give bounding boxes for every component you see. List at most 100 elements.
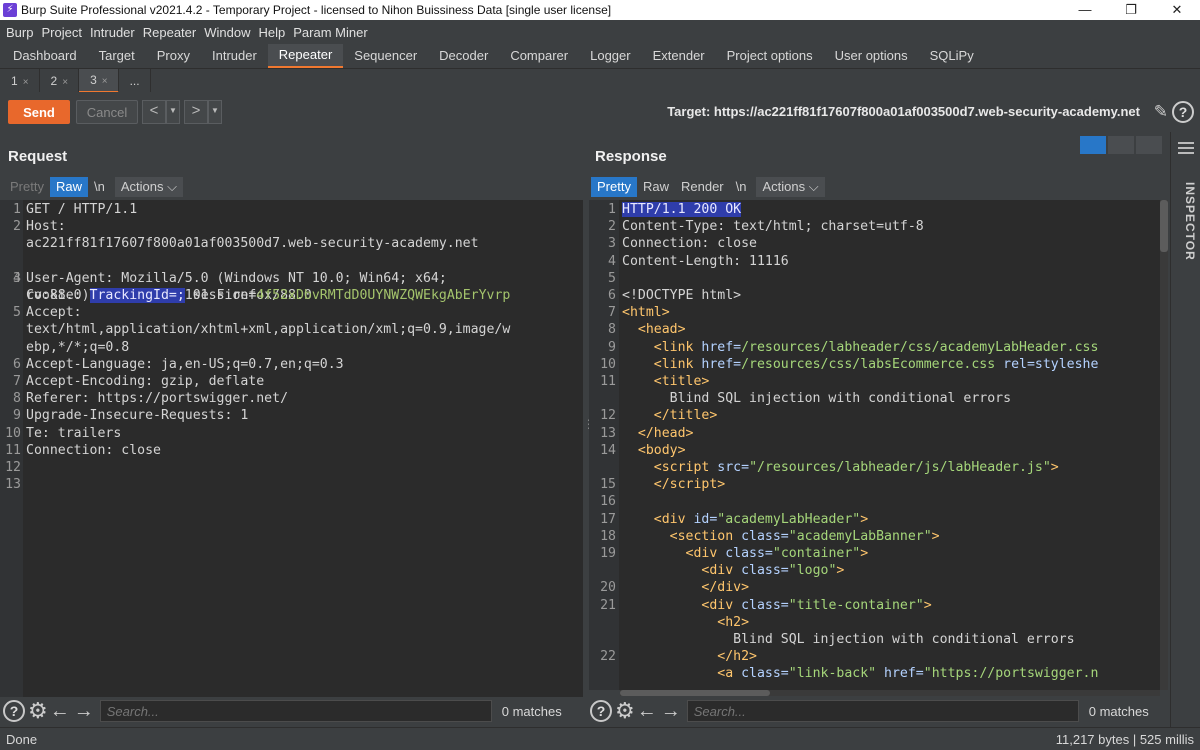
response-search-input[interactable] — [686, 700, 1079, 722]
request-actions-menu[interactable]: Actions ⌵ — [114, 177, 183, 197]
status-bar: Done 11,217 bytes | 525 millis — [0, 727, 1200, 750]
restore-button[interactable]: ❐ — [1108, 0, 1154, 20]
line-number: 7 — [13, 374, 21, 389]
menu-repeater[interactable]: Repeater — [143, 25, 203, 40]
response-line-text: <title> — [653, 374, 710, 389]
repeater-tab-label: 3 — [90, 72, 97, 87]
tab-sequencer[interactable]: Sequencer — [343, 44, 428, 68]
inspector-label[interactable]: INSPECTOR — [1175, 182, 1197, 261]
arrow-left-icon[interactable]: ← — [48, 700, 72, 722]
response-line-text: Blind SQL injection with conditional err… — [622, 391, 1012, 407]
close-window-button[interactable]: ✕ — [1154, 0, 1200, 20]
tab-decoder[interactable]: Decoder — [428, 44, 499, 68]
layout-stacked-icon[interactable] — [1108, 136, 1134, 154]
request-pretty-tab[interactable]: Pretty — [4, 177, 50, 197]
tab-dashboard[interactable]: Dashboard — [2, 44, 88, 68]
response-pretty-tab[interactable]: Pretty — [591, 177, 637, 197]
request-cookie-line: 3 Cookie: TrackingId=; session=4f52xDbvR… — [0, 253, 510, 303]
request-editor[interactable]: 1 GET / HTTP/1.1 2 Host: ac221ff81f17607f800… — [0, 200, 583, 698]
tab-user-options[interactable]: User options — [824, 44, 919, 68]
line-number: 11 — [5, 442, 21, 458]
repeater-tab-label: 2 — [50, 73, 58, 88]
close-tab-icon[interactable]: × — [62, 77, 68, 88]
edit-target-icon[interactable]: ✎ — [1154, 102, 1168, 122]
back-button[interactable]: < — [142, 100, 166, 124]
tab-repeater[interactable]: Repeater — [267, 44, 344, 68]
tab-intruder[interactable]: Intruder — [201, 44, 268, 68]
help-icon[interactable]: ? — [1172, 101, 1194, 123]
request-line-text: GET / HTTP/1.1 — [26, 202, 138, 217]
response-title: Response — [595, 148, 667, 165]
arrow-right-icon[interactable]: → — [659, 700, 683, 722]
response-scroll-thumb[interactable] — [1160, 200, 1168, 252]
response-newline-toggle[interactable]: \n — [730, 177, 753, 197]
minimize-button[interactable]: — — [1062, 0, 1108, 20]
line-number: 6 — [608, 288, 616, 303]
line-number: 7 — [608, 305, 616, 321]
line-number: 20 — [600, 580, 616, 596]
request-search-input[interactable] — [99, 700, 492, 722]
response-actions-menu[interactable]: Actions ⌵ — [756, 177, 825, 197]
tab-extender[interactable]: Extender — [642, 44, 716, 68]
arrow-left-icon[interactable]: ← — [635, 700, 659, 722]
inspector-sidebar[interactable]: INSPECTOR — [1170, 132, 1200, 727]
menu-project[interactable]: Project — [41, 25, 88, 40]
request-line-text: Accept-Encoding: gzip, deflate — [26, 374, 265, 389]
send-button[interactable]: Send — [8, 100, 70, 124]
menu-intruder[interactable]: Intruder — [90, 25, 142, 40]
response-render-tab[interactable]: Render — [675, 177, 730, 197]
request-match-count: 0 matches — [501, 703, 562, 719]
menu-burp[interactable]: Burp — [6, 25, 40, 40]
arrow-right-icon[interactable]: → — [72, 700, 96, 722]
response-stats: 11,217 bytes | 525 millis — [1055, 731, 1194, 747]
request-line-text: User-Agent: Mozilla/5.0 (Windows NT 10.0… — [26, 270, 447, 286]
tab-sqlipy[interactable]: SQLiPy — [919, 44, 985, 68]
tab-logger[interactable]: Logger — [579, 44, 641, 68]
response-raw-tab[interactable]: Raw — [637, 177, 675, 197]
menu-window[interactable]: Window — [204, 25, 257, 40]
response-horizontal-scrollbar[interactable] — [620, 690, 1160, 696]
repeater-tab-2[interactable]: 2 × — [40, 68, 80, 93]
tab-project-options[interactable]: Project options — [716, 44, 824, 68]
repeater-tab-3[interactable]: 3 × — [79, 68, 119, 93]
response-vertical-scrollbar[interactable] — [1160, 200, 1168, 690]
menu-param-miner[interactable]: Param Miner — [293, 25, 374, 40]
tab-target[interactable]: Target — [88, 44, 146, 68]
help-icon[interactable]: ? — [3, 700, 25, 722]
new-tab-button[interactable]: ... — [119, 68, 151, 93]
response-editor[interactable]: 1 HTTP/1.1 200 OK 2 Content-Type: text/html… — [589, 200, 1160, 690]
response-line-text: </div> — [701, 580, 750, 596]
help-icon[interactable]: ? — [590, 700, 612, 722]
line-number: 19 — [600, 546, 616, 561]
close-tab-icon[interactable]: × — [23, 77, 29, 88]
close-tab-icon[interactable]: × — [102, 76, 108, 87]
line-number: 4 — [608, 253, 616, 269]
repeater-tab-1[interactable]: 1 × — [0, 68, 40, 93]
response-line-text: Connection: close — [622, 236, 757, 252]
response-line-text: </h2> — [717, 649, 757, 665]
forward-dropdown-icon[interactable]: ▼ — [208, 100, 222, 124]
history-back-group: < ▼ — [142, 100, 180, 124]
response-line-text: <a class="link-back" href="https://ports… — [717, 666, 1099, 682]
layout-tabs-icon[interactable] — [1136, 136, 1162, 154]
forward-button[interactable]: > — [184, 100, 208, 124]
cancel-button[interactable]: Cancel — [76, 100, 138, 124]
repeater-toolbar: Send Cancel < ▼ > ▼ Target: https://ac22… — [0, 92, 1200, 132]
tab-proxy[interactable]: Proxy — [146, 44, 201, 68]
line-number: 3 — [13, 270, 21, 286]
back-dropdown-icon[interactable]: ▼ — [166, 100, 180, 124]
request-raw-tab[interactable]: Raw — [49, 177, 88, 197]
tab-comparer[interactable]: Comparer — [499, 44, 579, 68]
layout-side-by-side-icon[interactable] — [1080, 136, 1106, 154]
response-line-text: <html> — [622, 305, 670, 321]
response-line-text: Blind SQL injection with conditional err… — [622, 632, 1075, 647]
gear-icon[interactable]: ⚙ — [28, 700, 48, 722]
inspector-menu-icon[interactable] — [1178, 142, 1194, 157]
response-line-text: </title> — [653, 408, 718, 424]
gear-icon[interactable]: ⚙ — [615, 700, 635, 722]
request-line-text: Accept-Language: ja,en-US;q=0.7,en;q=0.3 — [26, 356, 344, 372]
menu-help[interactable]: Help — [258, 25, 292, 40]
request-newline-toggle[interactable]: \n — [88, 177, 111, 197]
response-hscroll-thumb[interactable] — [620, 690, 770, 696]
line-number: 21 — [600, 597, 616, 613]
